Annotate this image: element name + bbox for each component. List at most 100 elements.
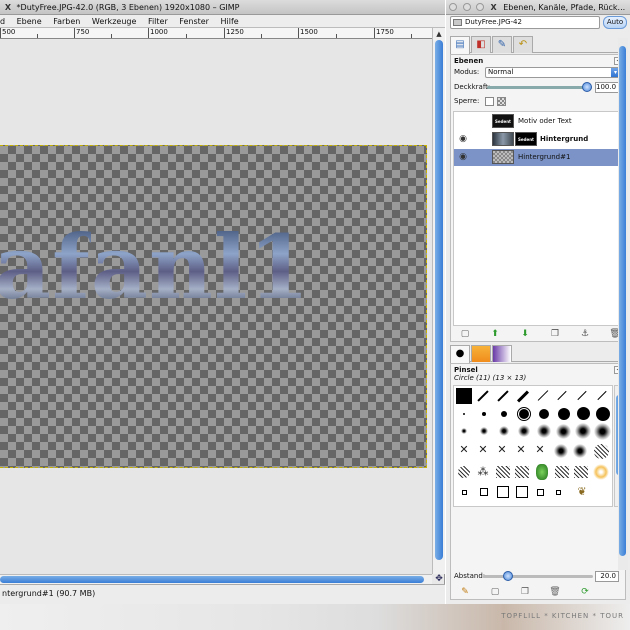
duplicate-brush-icon[interactable]: ❐ bbox=[519, 587, 531, 598]
brush-swatch[interactable] bbox=[577, 407, 590, 420]
brush-swatch[interactable] bbox=[594, 423, 611, 440]
scrollbar-thumb[interactable] bbox=[435, 40, 443, 560]
brush-swatch[interactable]: ✕ bbox=[495, 444, 509, 455]
brush-swatch[interactable]: ✕ bbox=[533, 444, 547, 455]
opacity-input[interactable]: 100.0 bbox=[595, 82, 619, 93]
brush-swatch[interactable] bbox=[462, 490, 467, 495]
brush-swatch[interactable] bbox=[537, 424, 551, 438]
brush-swatch[interactable] bbox=[556, 490, 561, 495]
brush-swatch[interactable] bbox=[480, 488, 488, 496]
brush-swatch[interactable]: ✕ bbox=[476, 444, 490, 455]
brush-swatch[interactable] bbox=[456, 388, 472, 404]
dock-scrollbar[interactable] bbox=[618, 38, 628, 570]
spacing-input[interactable]: 20.0 bbox=[595, 571, 619, 582]
menu-item-hilfe[interactable]: Hilfe bbox=[221, 15, 239, 28]
brush-swatch[interactable] bbox=[556, 424, 571, 439]
canvas-vertical-scrollbar[interactable]: ▲ bbox=[432, 28, 445, 574]
lock-pixels-checkbox[interactable] bbox=[485, 97, 494, 106]
delete-brush-icon[interactable]: 🗑 bbox=[549, 587, 561, 598]
menu-item-werkzeuge[interactable]: Werkzeuge bbox=[92, 15, 136, 28]
brush-swatch[interactable] bbox=[477, 390, 489, 402]
tab-channels[interactable]: ◧ bbox=[471, 36, 491, 53]
brush-swatch[interactable] bbox=[557, 390, 567, 401]
brush-swatch[interactable] bbox=[558, 408, 570, 420]
navigate-icon[interactable]: ✥ bbox=[433, 574, 445, 584]
brush-swatch[interactable] bbox=[574, 466, 588, 478]
close-window-icon[interactable] bbox=[449, 3, 457, 11]
canvas-horizontal-scrollbar[interactable] bbox=[0, 574, 432, 584]
brush-swatch[interactable] bbox=[554, 444, 568, 458]
brush-swatch[interactable] bbox=[575, 423, 591, 439]
brush-swatch[interactable] bbox=[461, 428, 467, 434]
scrollbar-thumb[interactable] bbox=[0, 576, 424, 583]
brush-swatch[interactable]: ⁂ bbox=[476, 466, 490, 477]
brush-swatch[interactable] bbox=[516, 390, 530, 403]
spacing-slider-handle[interactable] bbox=[503, 571, 513, 581]
minimize-window-icon[interactable] bbox=[462, 3, 471, 11]
lock-alpha-checkbox[interactable] bbox=[497, 97, 506, 106]
scroll-up-icon[interactable]: ▲ bbox=[433, 29, 445, 39]
scrollbar-thumb[interactable] bbox=[619, 46, 626, 556]
brush-swatch[interactable]: ✕ bbox=[514, 444, 528, 455]
eye-icon[interactable]: ◉ bbox=[458, 152, 468, 162]
brush-grid[interactable]: ✕ ✕ ✕ ✕ ✕ ⁂ ❦ bbox=[453, 385, 613, 507]
tab-paths[interactable]: ✎ bbox=[492, 36, 512, 53]
menu-item-ebene[interactable]: Ebene bbox=[17, 15, 42, 28]
image-selector[interactable]: DutyFree.JPG-42 bbox=[450, 16, 600, 29]
mode-select[interactable]: Normal ▾ bbox=[485, 67, 621, 78]
new-layer-icon[interactable]: ▢ bbox=[459, 329, 471, 340]
spacing-slider[interactable] bbox=[483, 571, 593, 581]
horizontal-ruler[interactable]: 500 750 1000 1250 1500 1750 bbox=[0, 28, 432, 39]
edit-brush-icon[interactable]: ✎ bbox=[459, 587, 471, 598]
sparks-brush-icon[interactable] bbox=[593, 464, 609, 480]
tab-brushes[interactable]: ● bbox=[450, 345, 470, 363]
brush-swatch[interactable] bbox=[516, 486, 528, 498]
brush-swatch[interactable] bbox=[537, 390, 549, 401]
brush-swatch[interactable] bbox=[573, 444, 587, 458]
brush-swatch[interactable] bbox=[515, 466, 529, 478]
layer-row-motiv[interactable]: Sedent Motiv oder Text bbox=[454, 113, 624, 130]
brush-swatch[interactable] bbox=[596, 407, 610, 421]
lower-layer-icon[interactable]: ⬇ bbox=[519, 329, 531, 340]
brush-swatch[interactable] bbox=[537, 489, 544, 496]
brush-swatch[interactable] bbox=[518, 425, 530, 437]
menu-item-farben[interactable]: Farben bbox=[53, 15, 80, 28]
auto-button[interactable]: Auto bbox=[603, 16, 627, 29]
brush-swatch[interactable]: ✕ bbox=[457, 444, 471, 455]
brush-swatch[interactable] bbox=[463, 413, 465, 415]
brush-swatch[interactable] bbox=[496, 466, 510, 478]
vine-brush-icon[interactable]: ❦ bbox=[574, 486, 590, 497]
zoom-window-icon[interactable] bbox=[476, 3, 485, 11]
opacity-slider[interactable] bbox=[487, 82, 592, 92]
menu-item-filter[interactable]: Filter bbox=[148, 15, 168, 28]
layer-row-hintergrund[interactable]: ◉ Sedent Hintergrund bbox=[454, 131, 624, 148]
eye-icon[interactable]: ◉ bbox=[458, 134, 468, 144]
menu-item-d[interactable]: d bbox=[0, 15, 5, 28]
brush-swatch[interactable] bbox=[458, 466, 470, 478]
brush-swatch-selected[interactable] bbox=[517, 407, 531, 421]
tab-gradients[interactable] bbox=[492, 345, 512, 362]
brush-swatch[interactable] bbox=[555, 466, 569, 478]
brush-swatch[interactable] bbox=[480, 427, 488, 435]
brush-swatch[interactable] bbox=[594, 444, 609, 459]
pepper-brush-icon[interactable] bbox=[536, 464, 548, 480]
opacity-slider-handle[interactable] bbox=[582, 82, 592, 92]
tab-patterns[interactable] bbox=[471, 345, 491, 362]
refresh-brushes-icon[interactable]: ⟳ bbox=[579, 587, 591, 598]
canvas-area[interactable]: a f a n l 1 bbox=[0, 40, 432, 574]
new-brush-icon[interactable]: ▢ bbox=[489, 587, 501, 598]
brush-swatch[interactable] bbox=[501, 411, 507, 417]
layer-row-hintergrund-1[interactable]: ◉ Hintergrund#1 bbox=[454, 149, 624, 166]
brush-swatch[interactable] bbox=[539, 409, 549, 419]
anchor-layer-icon[interactable]: ⚓ bbox=[579, 329, 591, 340]
tab-layers[interactable]: ▤ bbox=[450, 36, 470, 54]
brush-swatch[interactable] bbox=[482, 412, 486, 416]
raise-layer-icon[interactable]: ⬆ bbox=[489, 329, 501, 340]
brush-swatch[interactable] bbox=[597, 390, 607, 401]
brush-swatch[interactable] bbox=[497, 390, 509, 402]
brush-swatch[interactable] bbox=[499, 426, 509, 436]
dock-window-titlebar[interactable]: X Ebenen, Kanäle, Pfade, Rück... bbox=[446, 0, 630, 15]
tab-undo[interactable]: ↶ bbox=[513, 36, 533, 53]
brush-swatch[interactable] bbox=[577, 390, 587, 401]
brush-swatch[interactable] bbox=[497, 486, 509, 498]
